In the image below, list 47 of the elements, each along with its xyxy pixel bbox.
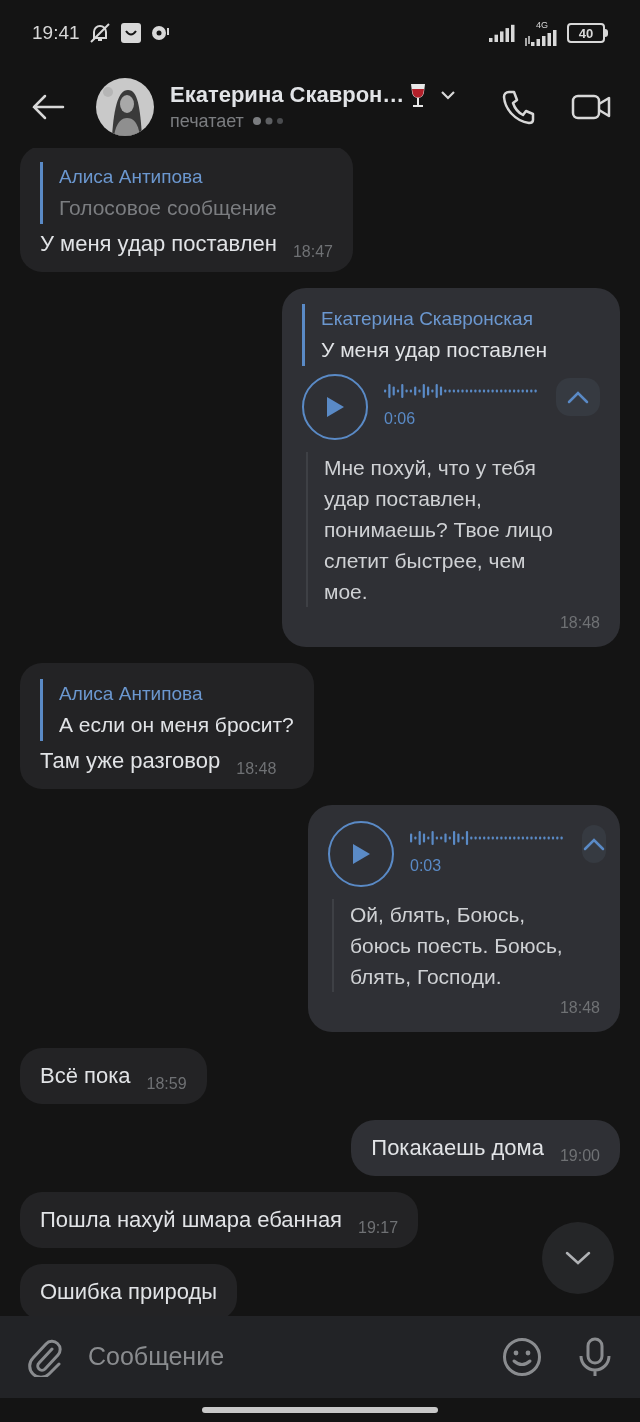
reply-author: Екатерина Скавронская — [321, 307, 534, 331]
message-time: 18:48 — [559, 613, 600, 633]
reply-text: А если он меня бросит? — [59, 712, 294, 738]
play-icon — [324, 395, 346, 419]
smile-icon[interactable] — [502, 1337, 542, 1377]
message-text: Покакаешь дома — [371, 1134, 544, 1162]
voice-duration: 0:06 — [384, 409, 417, 429]
message-text: Ошибка природы — [40, 1278, 218, 1306]
reply-text: У меня удар поставлен — [321, 337, 549, 363]
message-text: Там уже разговор — [40, 747, 221, 775]
voice-duration: 0:03 — [410, 856, 443, 876]
reply-author: Алиса Антипова — [59, 165, 204, 189]
typing-status: печатает — [170, 110, 244, 133]
message-input[interactable]: Сообщение — [88, 1338, 502, 1376]
message-time: 18:47 — [292, 242, 333, 262]
play-icon — [350, 842, 372, 866]
paperclip-icon[interactable] — [28, 1337, 64, 1377]
play-button[interactable] — [328, 821, 394, 887]
play-button[interactable] — [302, 374, 368, 440]
message-text: Пошла нахуй шмара ебанная — [40, 1206, 343, 1234]
signal-icon — [525, 29, 559, 46]
network-type: 4G — [536, 20, 548, 30]
message-time: 19:17 — [358, 1218, 399, 1238]
message-time: 18:59 — [146, 1074, 187, 1094]
voice-transcript: Ой, блять, Боюсь, боюсь поесть. Боюсь, блять, Господи. — [350, 902, 564, 990]
signal-icon — [489, 24, 517, 42]
notification-icon — [149, 23, 170, 43]
reply-text: Голосовое сообщение — [59, 195, 278, 221]
collapse-button[interactable] — [556, 378, 600, 416]
battery-indicator: 40 — [567, 23, 605, 43]
message-text: У меня удар поставлен — [40, 230, 277, 258]
chevron-up-icon — [566, 390, 590, 404]
clock: 19:41 — [32, 20, 80, 45]
message-time: 18:48 — [559, 998, 600, 1018]
microphone-icon[interactable] — [578, 1337, 612, 1377]
smile-app-icon — [119, 22, 142, 44]
chevron-down-icon[interactable] — [440, 90, 457, 100]
chevron-down-icon — [564, 1250, 592, 1266]
collapse-button[interactable] — [582, 825, 606, 863]
reply-author: Алиса Антипова — [59, 682, 204, 706]
message-time: 18:48 — [236, 759, 277, 779]
typing-dots-icon — [251, 116, 286, 126]
voice-transcript: Мне похуй, что у тебя удар поставлен, понимаешь? Твое лицо слетит быстрее, чем мое. — [324, 455, 554, 605]
contact-name: Екатерина Скаврон… — [170, 81, 405, 109]
message-text: Всё пока — [40, 1062, 131, 1090]
message-time: 19:00 — [559, 1146, 600, 1166]
chevron-up-icon — [582, 837, 606, 851]
